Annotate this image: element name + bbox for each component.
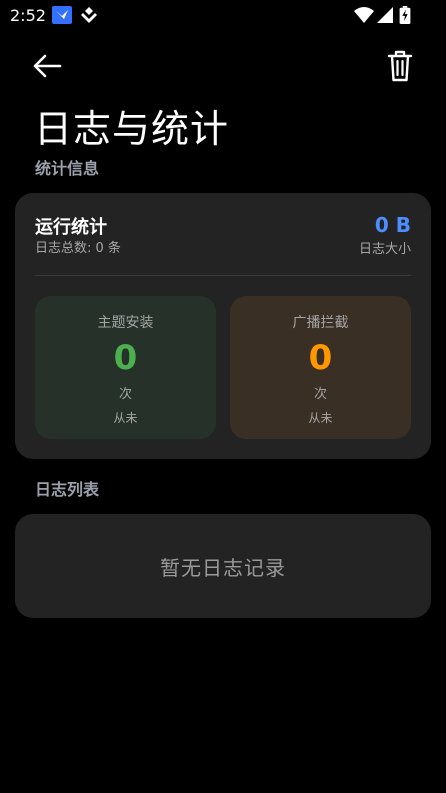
broadcast-block-card: 广播拦截 0 次 从未 — [230, 296, 411, 439]
broadcast-block-unit: 次 — [313, 387, 327, 402]
theme-install-label: 主题安装 — [97, 315, 154, 331]
broadcast-block-count: 0 — [308, 338, 333, 378]
log-list-empty-card: 暂无日志记录 — [15, 514, 431, 618]
status-bar: 2:52 — [0, 0, 446, 32]
theme-install-unit: 次 — [118, 387, 132, 402]
log-size-label: 日志大小 — [358, 242, 411, 257]
broadcast-block-label: 广播拦截 — [292, 315, 349, 331]
battery-icon — [399, 6, 411, 24]
arrow-left-icon — [33, 54, 62, 78]
status-time: 2:52 — [10, 6, 46, 25]
broadcast-block-last-time: 从未 — [308, 411, 333, 425]
run-stats-card: 运行统计 日志总数: 0 条 0 B 日志大小 主题安装 0 次 从未 广播拦截… — [15, 193, 431, 459]
theme-install-last-time: 从未 — [113, 411, 138, 425]
run-stats-title: 运行统计 — [35, 217, 107, 238]
signal-icon — [377, 7, 393, 23]
empty-log-text: 暂无日志记录 — [160, 555, 286, 580]
wifi-icon — [354, 7, 374, 23]
page-title: 日志与统计 — [34, 107, 230, 151]
back-button[interactable] — [26, 50, 68, 82]
delete-logs-button[interactable] — [380, 48, 420, 84]
log-list-section-label: 日志列表 — [35, 480, 100, 499]
log-total-count: 日志总数: 0 条 — [35, 241, 121, 256]
feishu-app-icon — [52, 6, 72, 24]
diamond-app-icon — [81, 7, 97, 23]
stats-section-label: 统计信息 — [35, 159, 100, 178]
theme-install-card: 主题安装 0 次 从未 — [35, 296, 216, 439]
app-bar — [0, 40, 446, 92]
card-divider — [35, 275, 411, 276]
theme-install-count: 0 — [113, 338, 138, 378]
log-size-value: 0 B — [374, 213, 411, 237]
trash-icon — [387, 50, 413, 82]
